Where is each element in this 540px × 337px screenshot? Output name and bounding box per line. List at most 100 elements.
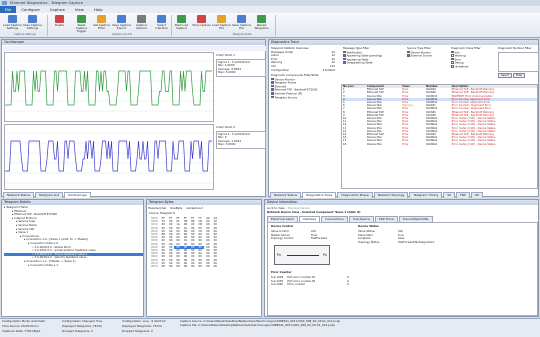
hex-byte[interactable]: 00 [212, 265, 219, 268]
filter-item-label: Telegram Source [274, 95, 297, 99]
table-row[interactable]: 18 Device Mon Error 0x000A1 Error router (C1… [342, 143, 537, 146]
hex-byte[interactable]: 00 [160, 265, 167, 268]
ribbon-separator [47, 15, 48, 36]
checkbox[interactable] [343, 50, 346, 54]
checkbox[interactable] [271, 91, 274, 95]
device-status-heading: Device Status [358, 225, 379, 228]
source-type-filter: Source Type Filter Device Monitor Externa… [407, 47, 449, 58]
ribbon-button-5[interactable]: Save Capture Export [112, 14, 131, 33]
chart-1-plot[interactable] [4, 52, 214, 122]
statistic-overview: Telegram Statistic Overview Messages (to… [271, 47, 335, 72]
telegram-tree[interactable]: ▸ Telegram Frame ▸ Ethernet ▸ Ethernet TAP… [4, 206, 143, 316]
tree-node-label: Service Name [18, 223, 37, 227]
hex-mode-dropdown[interactable]: Hexadecimal [148, 206, 166, 211]
ribbon-group-1: Capture Control [111, 33, 133, 36]
ribbon-button-1[interactable]: Save Capture Settings [23, 14, 42, 33]
checkbox[interactable] [343, 61, 346, 64]
checkbox[interactable] [271, 77, 274, 81]
menu-file[interactable]: File [0, 6, 17, 13]
tab-diagnostics-4[interactable]: Telegram Timing [409, 192, 443, 198]
checkbox[interactable] [451, 61, 454, 64]
checkbox[interactable] [407, 50, 410, 54]
ribbon-group-0: Capture Settings [14, 33, 36, 36]
filter-button[interactable]: Filter [513, 72, 526, 78]
checkbox[interactable] [271, 95, 274, 99]
filter-item[interactable]: External Source [407, 54, 449, 58]
previous-device-button[interactable]: Previous Device [288, 206, 310, 210]
capture-order-dropdown[interactable]: AsCaptured [186, 206, 202, 211]
hex-grid[interactable]: 0000 FF FF FF FF FF FF 00 04 0008 7A 00 01 38 88 CD 00 10… [149, 217, 261, 316]
tab-diagnostics-0[interactable]: Network Status [270, 192, 302, 198]
filter-item[interactable]: Telegram Source [271, 95, 339, 100]
chart-1-max: Max: 5.0000 [218, 70, 236, 74]
ribbon-label-4: Set Capture Filter [93, 23, 110, 30]
hex-byte[interactable]: 00 [196, 265, 204, 268]
tab-diagnostics-2[interactable]: Diagnostics Phase [337, 192, 373, 198]
ribbon-button-2[interactable]: Delete [50, 14, 69, 33]
menu-configure[interactable]: Configure [16, 6, 44, 13]
tree-node-label: Connection Data 1-1 [30, 263, 58, 267]
hex-byte[interactable]: 00 [189, 265, 196, 268]
menu-view[interactable]: View [70, 6, 89, 13]
tab-telegram-list[interactable]: Telegram List [35, 192, 63, 198]
ribbon-button-12[interactable]: Reload Telegrams [252, 14, 271, 33]
tree-node[interactable]: ▸ Connection Data 1-1 [4, 264, 143, 268]
tree-node-label: Service CRC [18, 227, 35, 231]
bytes-source: Source: Telegram 8 [149, 212, 175, 215]
checkbox[interactable] [271, 88, 274, 91]
checkbox[interactable] [407, 54, 410, 57]
chart-2-plot[interactable] [4, 124, 214, 190]
hex-byte[interactable]: 00 [182, 265, 189, 268]
tab-oscilloscope[interactable]: Oscilloscope [64, 192, 91, 198]
chart-1-svg [5, 60, 213, 112]
error-row: S-0-1040 Error counter 0 [271, 283, 391, 287]
byte-grouping-dropdown[interactable]: OneByte [170, 206, 182, 211]
select-button[interactable]: Select [498, 72, 513, 78]
menu-help[interactable]: Help [89, 6, 108, 13]
tab-network-status[interactable]: Network Status [3, 192, 35, 198]
ribbon-button-6[interactable]: Capture Options [132, 14, 151, 33]
tree-node-label: Connections [22, 234, 39, 238]
class-filter: Diagnostic Class Filter Info Warning Error… [451, 47, 496, 69]
ribbon-button-8[interactable]: Start Live Capture [172, 14, 191, 33]
ribbon-button-4[interactable]: Set Capture Filter [92, 14, 111, 33]
tab-diagnostics-3[interactable]: Network Topology [373, 192, 409, 198]
hex-byte[interactable]: 00 [204, 265, 211, 268]
oscilloscope-toolbar [3, 46, 266, 51]
ribbon-icon-7 [157, 15, 166, 23]
hex-byte[interactable]: 00 [174, 265, 181, 268]
checkbox[interactable] [343, 57, 346, 61]
ribbon-button-0[interactable]: Load Capture Settings [3, 14, 22, 33]
checkbox[interactable] [451, 64, 454, 68]
ribbon-button-9[interactable]: Stop Capture [192, 14, 211, 33]
components-filter: Diagnostic Components Filter/State Devic… [271, 74, 339, 99]
checkbox[interactable] [451, 50, 454, 54]
tab-diagnostics-7[interactable]: GP [470, 192, 483, 198]
filter-item[interactable]: Undefined [451, 64, 496, 69]
checkbox[interactable] [451, 57, 454, 61]
ribbon-button-7[interactable]: Select Interface [152, 14, 171, 33]
hex-byte[interactable]: 00 [167, 265, 174, 268]
checkbox[interactable] [343, 54, 346, 57]
tab-diagnostics-1[interactable]: Diagnostics Trace [302, 192, 337, 198]
table-cell: Device Mon [366, 142, 383, 146]
device-field-value: FastForward/NoDiagnostics [398, 240, 435, 244]
hex-offset: 0078 [151, 265, 158, 269]
chart-1-title: Chart Chart 1 [216, 53, 235, 57]
menu-capture[interactable]: Capture [45, 6, 70, 13]
error-cell: 0 [347, 283, 349, 287]
checkbox[interactable] [271, 81, 274, 84]
checkbox[interactable] [271, 84, 274, 88]
number-filter-list[interactable] [498, 51, 539, 72]
ribbon-button-10[interactable]: Load Capture File [212, 14, 231, 33]
lock-to-view-button[interactable]: Lock to View [267, 206, 285, 210]
tab-diagnostics-6[interactable]: FNP [456, 192, 470, 198]
ribbon-button-11[interactable]: Save Capture File [232, 14, 251, 33]
filter-item[interactable]: Disappearing State [343, 61, 405, 65]
tab-diagnostics-5[interactable]: SP [443, 192, 455, 198]
diagnostics-table[interactable]: No.(ex) Component Class Number Description 1… [341, 84, 538, 189]
checkbox[interactable] [451, 54, 454, 57]
ribbon-button-3[interactable]: Reset Capture Trigger [72, 14, 91, 33]
tree-node-label: Connection 1-0 - [Slave 1 (Addr. 8) -> M… [26, 238, 88, 242]
ribbon-icon-8 [177, 15, 186, 23]
